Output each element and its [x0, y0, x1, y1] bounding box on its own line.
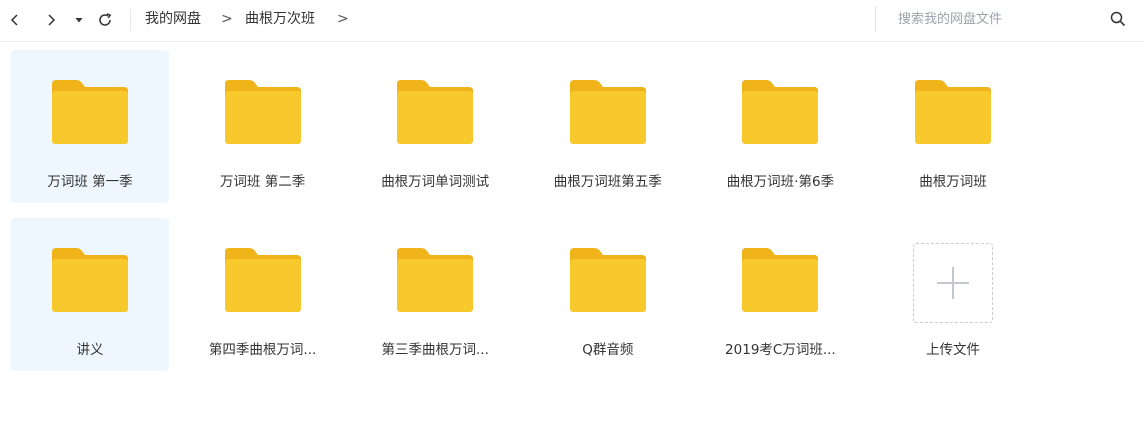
refresh-icon — [99, 13, 112, 26]
search-box — [875, 6, 1130, 32]
chevron-left-icon — [10, 14, 18, 26]
toolbar-divider — [130, 9, 131, 31]
folder-label: 曲根万词班 — [919, 174, 987, 190]
back-button[interactable] — [4, 9, 26, 31]
folder-item[interactable]: Q群音频 — [529, 218, 687, 371]
folder-item[interactable]: 讲义 — [11, 218, 169, 371]
history-dropdown-button[interactable] — [68, 9, 90, 31]
breadcrumb-current[interactable]: 曲根万次班 — [245, 10, 315, 28]
search-icon[interactable] — [1109, 10, 1127, 28]
folder-label: 讲义 — [76, 342, 104, 358]
toolbar: 我的网盘 > 曲根万次班 > — [0, 0, 1144, 42]
folder-item[interactable]: 曲根万词班第五季 — [529, 50, 687, 203]
folder-item[interactable]: 第四季曲根万词... — [184, 218, 342, 371]
search-input[interactable] — [898, 8, 1088, 30]
folder-label: 2019考C万词班... — [725, 342, 836, 358]
dropdown-triangle-icon — [75, 18, 83, 23]
plus-icon — [937, 267, 969, 299]
folder-icon — [397, 80, 474, 144]
folder-icon — [569, 248, 646, 312]
folder-label: 万词班 第一季 — [47, 174, 133, 190]
folder-label: 第四季曲根万词... — [208, 342, 317, 358]
breadcrumb-root[interactable]: 我的网盘 — [145, 10, 201, 28]
folder-icon — [915, 80, 991, 144]
folder-item[interactable]: 2019考C万词班... — [701, 218, 859, 371]
folder-item[interactable]: 第三季曲根万词... — [356, 218, 514, 371]
folder-label: 第三季曲根万词... — [381, 342, 489, 358]
upload-label: 上传文件 — [926, 342, 980, 358]
folder-icon — [52, 248, 128, 312]
folder-icon — [224, 248, 301, 312]
folder-label: 曲根万词班·第6季 — [726, 174, 835, 190]
folder-icon — [742, 248, 819, 312]
folder-icon — [397, 248, 474, 312]
chevron-right-icon — [48, 14, 56, 26]
refresh-button[interactable] — [94, 9, 116, 31]
folder-label: Q群音频 — [582, 342, 634, 358]
upload-file-button[interactable]: 上传文件 — [874, 218, 1032, 371]
folder-item[interactable]: 万词班 第二季 — [184, 50, 342, 203]
breadcrumb-separator: > — [221, 11, 233, 27]
folder-icon — [569, 80, 646, 144]
folder-label: 万词班 第二季 — [219, 174, 306, 190]
folder-icon — [742, 80, 819, 144]
breadcrumb-separator[interactable]: > — [337, 10, 349, 28]
folder-item[interactable]: 曲根万词班·第6季 — [701, 50, 859, 203]
folder-label: 曲根万词班第五季 — [553, 174, 662, 190]
folder-icon — [224, 80, 301, 144]
upload-dropzone[interactable] — [913, 243, 993, 323]
folder-icon — [52, 80, 128, 144]
folder-item[interactable]: 曲根万词班 — [874, 50, 1032, 203]
folder-item[interactable]: 曲根万词单词测试 — [356, 50, 514, 203]
folder-item[interactable]: 万词班 第一季 — [11, 50, 169, 203]
forward-button[interactable] — [40, 9, 62, 31]
folder-label: 曲根万词单词测试 — [381, 174, 490, 190]
